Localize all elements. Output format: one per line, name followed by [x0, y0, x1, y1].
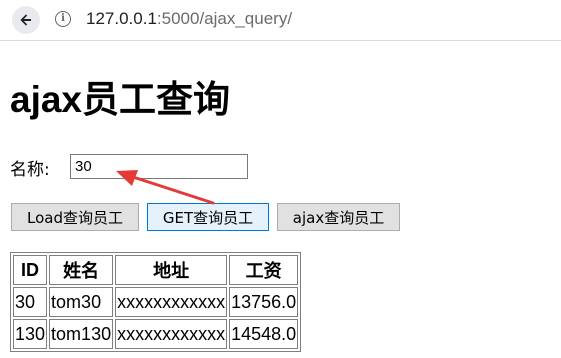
table-row: 130 tom130 xxxxxxxxxxxx 14548.0	[13, 319, 299, 349]
header-id: ID	[13, 255, 48, 285]
ajax-query-button[interactable]: ajax查询员工	[277, 203, 400, 231]
header-name: 姓名	[49, 255, 114, 285]
cell-id: 130	[13, 319, 48, 349]
table-row: 30 tom30 xxxxxxxxxxxx 13756.0	[13, 287, 299, 317]
employee-table: ID 姓名 地址 工资 30 tom30 xxxxxxxxxxxx 13756.…	[10, 252, 302, 352]
name-label: 名称:	[10, 159, 50, 180]
browser-toolbar: i 127.0.0.1:5000/ajax_query/	[0, 0, 561, 41]
page-title: ajax员工查询	[10, 79, 231, 120]
cell-address: xxxxxxxxxxxx	[115, 287, 228, 317]
cell-name: tom130	[49, 319, 114, 349]
address-bar[interactable]: 127.0.0.1:5000/ajax_query/	[86, 9, 292, 29]
cell-name: tom30	[49, 287, 114, 317]
cell-salary: 13756.0	[229, 287, 299, 317]
info-icon[interactable]: i	[55, 11, 71, 27]
header-salary: 工资	[229, 255, 299, 285]
cell-salary: 14548.0	[229, 319, 299, 349]
cell-address: xxxxxxxxxxxx	[115, 319, 228, 349]
name-input[interactable]	[70, 154, 248, 179]
back-button[interactable]	[12, 6, 40, 34]
header-address: 地址	[115, 255, 228, 285]
url-host: 127.0.0.1	[86, 9, 157, 28]
cell-id: 30	[13, 287, 48, 317]
table-header-row: ID 姓名 地址 工资	[13, 255, 299, 285]
get-query-button[interactable]: GET查询员工	[147, 203, 269, 231]
url-path: :5000/ajax_query/	[156, 9, 293, 28]
arrow-left-icon	[20, 14, 31, 26]
name-row: 名称:	[10, 154, 248, 180]
load-query-button[interactable]: Load查询员工	[11, 203, 139, 231]
